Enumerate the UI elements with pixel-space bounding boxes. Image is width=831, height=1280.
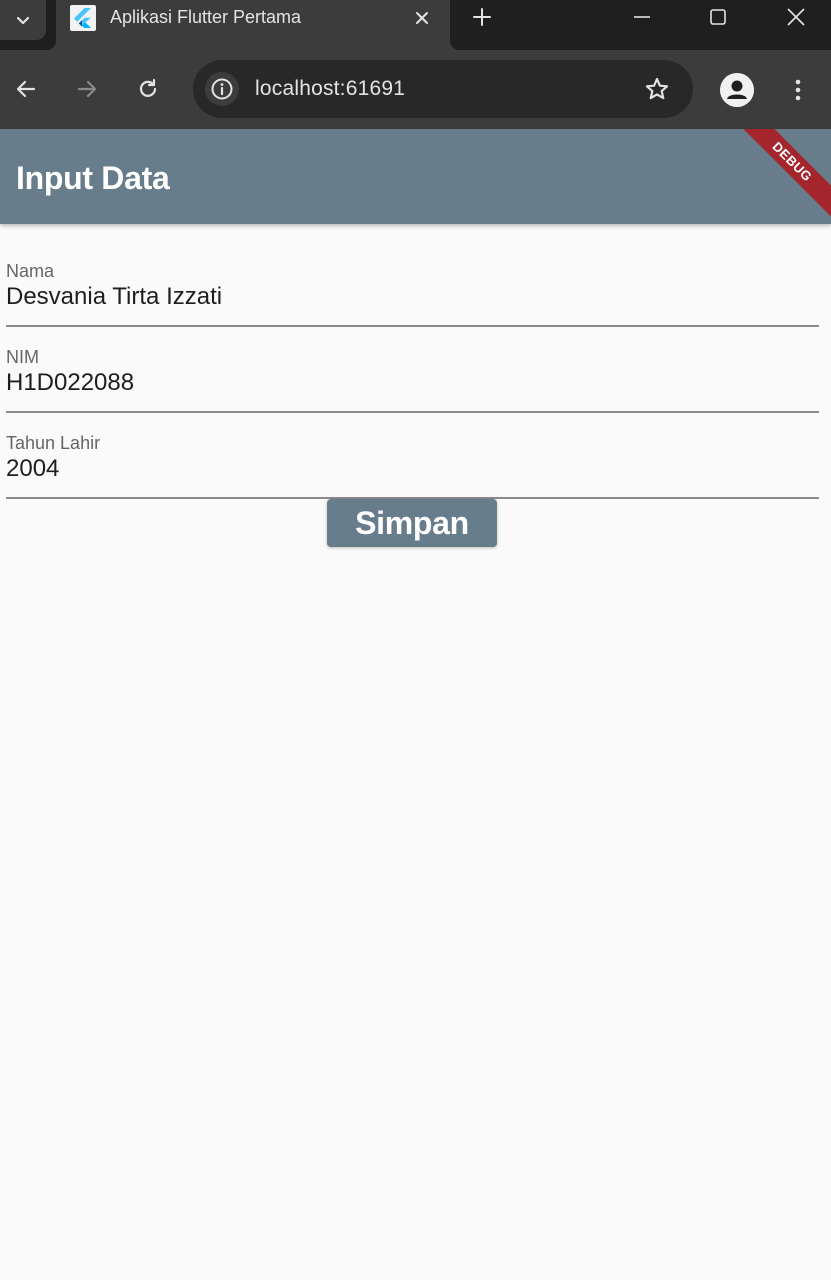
name-field-value[interactable]: Desvania Tirta Izzati <box>6 283 222 311</box>
nim-field-underline <box>6 411 819 413</box>
site-info-button[interactable] <box>205 72 239 106</box>
plus-icon <box>473 8 491 26</box>
reload-icon <box>139 78 157 97</box>
birth-year-field-value[interactable]: 2004 <box>6 455 59 483</box>
new-tab-button[interactable] <box>468 3 496 31</box>
name-field-label: Nama <box>6 261 55 281</box>
back-button[interactable] <box>8 71 44 107</box>
browser-menu-button[interactable] <box>786 73 810 107</box>
arrow-left-icon <box>16 80 36 98</box>
bookmark-button[interactable] <box>643 75 671 103</box>
browser-tab-active[interactable]: Aplikasi Flutter Pertama <box>46 0 460 50</box>
profile-avatar[interactable] <box>720 73 754 107</box>
maximize-button[interactable] <box>693 0 743 34</box>
flutter-logo-icon <box>70 5 96 31</box>
minimize-button[interactable] <box>617 0 667 34</box>
birth-year-field-label: Tahun Lahir <box>6 433 101 453</box>
save-button[interactable]: Simpan <box>327 499 497 547</box>
debug-banner: DEBUG <box>724 129 831 224</box>
info-icon <box>211 78 233 100</box>
maximize-icon <box>710 9 726 25</box>
tab-search-button[interactable] <box>0 0 46 40</box>
app-bar: Input Data DEBUG <box>0 129 831 224</box>
close-icon <box>787 8 805 26</box>
browser-tabbar: Aplikasi Flutter Pertama <box>0 0 831 50</box>
birth-year-field[interactable]: Tahun Lahir 2004 <box>6 433 819 500</box>
close-window-button[interactable] <box>771 0 821 34</box>
minimize-icon <box>634 16 650 18</box>
address-bar[interactable]: localhost:61691 <box>193 60 693 118</box>
reload-button[interactable] <box>130 71 166 107</box>
nim-field[interactable]: NIM H1D022088 <box>6 347 819 414</box>
nim-field-label: NIM <box>6 347 39 367</box>
tab-close-button[interactable] <box>408 4 436 32</box>
person-icon <box>720 73 754 107</box>
star-icon <box>645 77 669 100</box>
forward-button[interactable] <box>69 71 105 107</box>
address-url: localhost:61691 <box>255 77 406 100</box>
nim-field-value[interactable]: H1D022088 <box>6 369 134 397</box>
name-field[interactable]: Nama Desvania Tirta Izzati <box>6 261 819 328</box>
more-vert-icon <box>795 79 801 101</box>
close-icon <box>416 12 428 24</box>
page-title: Input Data <box>16 160 170 196</box>
chevron-down-icon <box>16 16 30 25</box>
tab-title: Aplikasi Flutter Pertama <box>110 7 302 27</box>
name-field-underline <box>6 325 819 327</box>
browser-toolbar: localhost:61691 <box>0 50 831 129</box>
arrow-right-icon <box>77 80 97 98</box>
